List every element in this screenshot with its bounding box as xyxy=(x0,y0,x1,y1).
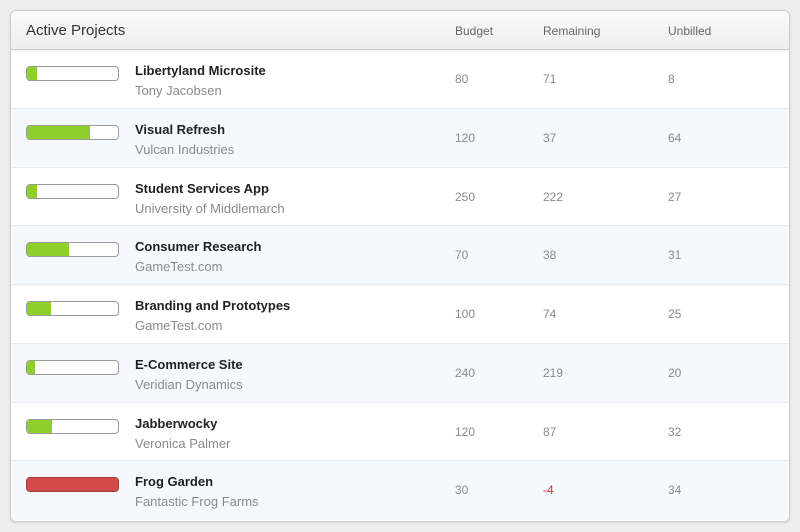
progress-fill xyxy=(27,302,51,315)
budget-progress-bar[interactable] xyxy=(26,301,119,316)
project-name[interactable]: Visual Refresh xyxy=(135,122,225,137)
table-row[interactable]: Student Services App University of Middl… xyxy=(11,168,789,227)
remaining-value: 37 xyxy=(543,130,557,145)
progress-fill xyxy=(27,478,118,492)
client-name: Veronica Palmer xyxy=(135,435,231,451)
table-row[interactable]: Frog Garden Fantastic Frog Farms 30 -4 3… xyxy=(11,461,789,520)
unbilled-value: 64 xyxy=(668,130,682,145)
progress-fill xyxy=(27,125,90,139)
budget-value: 30 xyxy=(455,483,469,498)
budget-progress-bar[interactable] xyxy=(26,242,119,258)
budget-value: 100 xyxy=(455,307,476,321)
progress-fill xyxy=(27,67,37,80)
column-header-remaining[interactable]: Remaining xyxy=(543,24,600,38)
budget-progress-bar[interactable] xyxy=(26,359,119,375)
budget-value: 120 xyxy=(455,130,476,145)
client-name: Vulcan Industries xyxy=(135,141,235,157)
project-name[interactable]: Student Services App xyxy=(135,181,269,196)
budget-progress-bar[interactable] xyxy=(26,418,119,434)
unbilled-value: 31 xyxy=(668,248,682,263)
column-header-unbilled[interactable]: Unbilled xyxy=(668,24,711,38)
client-name: GameTest.com xyxy=(135,259,223,275)
project-name[interactable]: Frog Garden xyxy=(135,474,213,489)
project-name[interactable]: E-Commerce Site xyxy=(135,357,243,372)
client-name: GameTest.com xyxy=(135,318,223,333)
budget-progress-bar[interactable] xyxy=(26,124,119,140)
project-name[interactable]: Consumer Research xyxy=(135,239,261,254)
budget-value: 250 xyxy=(455,189,476,204)
client-name: Veridian Dynamics xyxy=(135,376,243,392)
table-row[interactable]: Jabberwocky Veronica Palmer 120 87 32 xyxy=(11,403,789,462)
progress-fill xyxy=(27,360,36,374)
project-name[interactable]: Libertyland Microsite xyxy=(135,63,266,78)
unbilled-value: 34 xyxy=(668,483,682,498)
table-row[interactable]: E-Commerce Site Veridian Dynamics 240 21… xyxy=(11,343,789,403)
table-row[interactable]: Libertyland Microsite Tony Jacobsen 80 7… xyxy=(11,50,789,109)
budget-value: 80 xyxy=(455,72,469,86)
remaining-value: 87 xyxy=(543,424,557,439)
unbilled-value: 27 xyxy=(668,189,682,204)
unbilled-value: 25 xyxy=(668,307,682,321)
client-name: Fantastic Frog Farms xyxy=(135,494,259,510)
budget-value: 120 xyxy=(455,424,476,439)
unbilled-value: 20 xyxy=(668,365,682,380)
remaining-value: 74 xyxy=(543,307,557,321)
budget-progress-bar[interactable] xyxy=(26,477,119,493)
client-name: Tony Jacobsen xyxy=(135,83,222,98)
project-name[interactable]: Jabberwocky xyxy=(135,416,217,431)
column-header-budget[interactable]: Budget xyxy=(455,24,493,38)
active-projects-panel: Active Projects Budget Remaining Unbille… xyxy=(10,10,790,522)
remaining-value: -4 xyxy=(543,483,554,498)
panel-title: Active Projects xyxy=(26,22,126,39)
unbilled-value: 8 xyxy=(668,72,675,86)
progress-fill xyxy=(27,419,52,433)
project-name[interactable]: Branding and Prototypes xyxy=(135,298,290,313)
remaining-value: 38 xyxy=(543,248,557,263)
remaining-value: 219 xyxy=(543,365,564,380)
budget-progress-bar[interactable] xyxy=(26,183,119,199)
table-row[interactable]: Visual Refresh Vulcan Industries 120 37 … xyxy=(11,108,789,168)
table-header: Active Projects Budget Remaining Unbille… xyxy=(11,11,789,50)
project-list: Libertyland Microsite Tony Jacobsen 80 7… xyxy=(11,50,789,520)
client-name: University of Middlemarch xyxy=(135,200,285,216)
progress-fill xyxy=(27,184,37,198)
progress-fill xyxy=(27,243,69,257)
table-row[interactable]: Branding and Prototypes GameTest.com 100… xyxy=(11,285,789,344)
unbilled-value: 32 xyxy=(668,424,682,439)
budget-progress-bar[interactable] xyxy=(26,66,119,81)
table-row[interactable]: Consumer Research GameTest.com 70 38 31 xyxy=(11,226,789,285)
budget-value: 70 xyxy=(455,248,469,263)
remaining-value: 222 xyxy=(543,189,564,204)
remaining-value: 71 xyxy=(543,72,557,86)
budget-value: 240 xyxy=(455,365,476,380)
